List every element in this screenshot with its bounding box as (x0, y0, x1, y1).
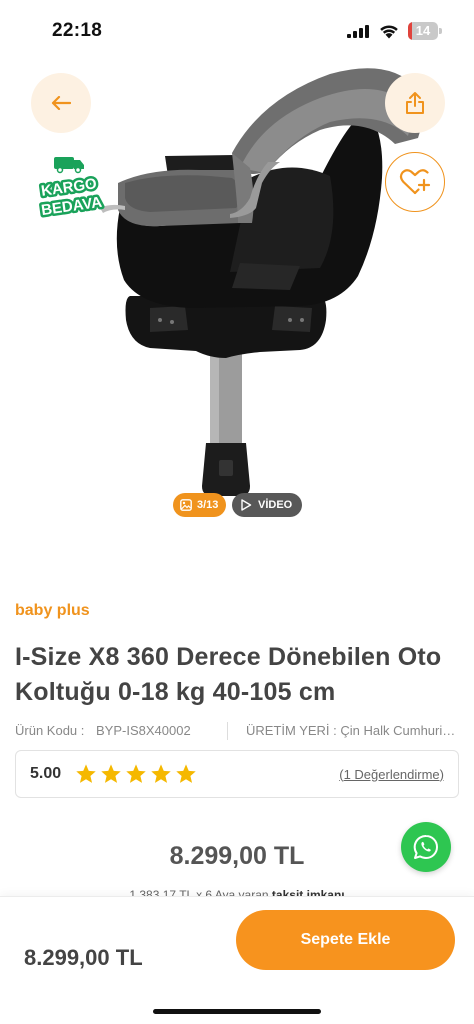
image-icon (180, 499, 192, 511)
star-rating (75, 763, 197, 785)
signal-icon (347, 25, 369, 38)
star-icon (76, 764, 96, 783)
home-indicator[interactable] (153, 1009, 321, 1014)
share-icon (406, 92, 424, 114)
product-code-label: Ürün Kodu : (15, 723, 85, 738)
video-label: VİDEO (258, 499, 293, 511)
bottom-price: 8.299,00 TL (24, 945, 143, 970)
status-bar: 22:18 14 (0, 0, 474, 58)
star-icon (101, 764, 121, 783)
arrow-left-icon (51, 96, 71, 110)
whatsapp-icon (413, 834, 438, 859)
battery-level: 14 (415, 23, 431, 38)
product-code-value: BYP-IS8X40002 (96, 723, 191, 738)
battery-icon: 14 (408, 22, 442, 40)
free-shipping-badge: KARGO BEDAVA (38, 157, 106, 221)
star-icon (126, 764, 146, 783)
star-icon (176, 764, 196, 783)
share-button[interactable] (385, 73, 445, 133)
star-icon (151, 764, 171, 783)
add-to-favorites-button[interactable] (385, 152, 445, 212)
heart-plus-icon (399, 169, 431, 195)
product-meta: Ürün Kodu : BYP-IS8X40002 ÜRETİM YERİ : … (15, 722, 459, 740)
origin-text: ÜRETİM YERİ : Çin Halk Cumhuriyeti (246, 723, 459, 738)
whatsapp-button[interactable] (401, 822, 451, 872)
reviews-link[interactable]: (1 Değerlendirme) (339, 767, 444, 782)
image-counter: 3/13 (173, 493, 227, 517)
brand-link[interactable]: baby plus (15, 602, 90, 620)
image-counter-text: 3/13 (197, 499, 219, 511)
bottom-bar: 8.299,00 TL Sepete Ekle (0, 896, 474, 1024)
rating-box: 5.00 (1 Değerlendirme) (15, 750, 459, 798)
video-button[interactable]: VİDEO (232, 493, 303, 517)
rating-value: 5.00 (30, 765, 62, 782)
truck-icon (54, 157, 84, 174)
wifi-icon (380, 25, 398, 39)
add-to-cart-button[interactable]: Sepete Ekle (236, 910, 455, 970)
back-button[interactable] (31, 73, 91, 133)
play-icon (241, 499, 252, 511)
meta-divider (227, 722, 228, 740)
product-code: Ürün Kodu : BYP-IS8X40002 (15, 723, 221, 740)
status-time: 22:18 (52, 20, 103, 41)
product-title: I-Size X8 360 Derece Dönebilen Oto Koltu… (15, 643, 442, 706)
